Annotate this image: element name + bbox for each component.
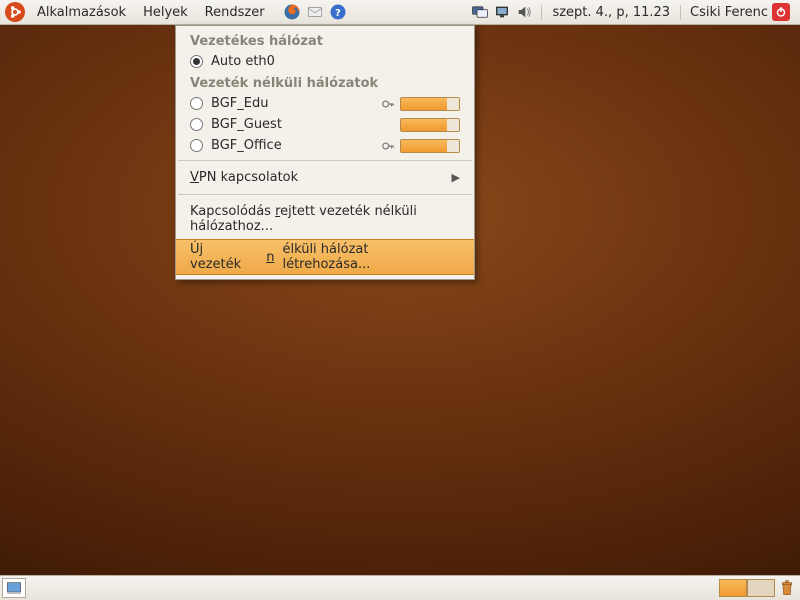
separator bbox=[178, 194, 472, 195]
top-panel-left: Alkalmazások Helyek Rendszer ? bbox=[2, 1, 349, 23]
signal-indicator bbox=[380, 139, 460, 153]
top-panel-right: szept. 4., p, 11.23 Csiki Ferenc bbox=[464, 1, 798, 23]
wifi-BGF_Guest[interactable]: BGF_Guest bbox=[176, 114, 474, 135]
signal-bar bbox=[400, 118, 460, 132]
user-menu[interactable]: Csiki Ferenc bbox=[682, 3, 798, 21]
network-manager-menu: Vezetékes hálózat Auto eth0 Vezeték nélk… bbox=[175, 25, 475, 280]
workspace-2[interactable] bbox=[747, 579, 775, 597]
user-name-label: Csiki Ferenc bbox=[690, 5, 768, 20]
network-connected-icon[interactable] bbox=[470, 1, 490, 23]
top-panel: Alkalmazások Helyek Rendszer ? szept. 4.… bbox=[0, 0, 800, 25]
signal-indicator bbox=[380, 118, 460, 132]
bottom-panel bbox=[0, 575, 800, 600]
wifi-BGF_Office[interactable]: BGF_Office bbox=[176, 135, 474, 156]
radio-icon bbox=[190, 139, 203, 152]
signal-bar bbox=[400, 97, 460, 111]
wired-header: Vezetékes hálózat bbox=[176, 30, 474, 51]
wifi-ssid-label: BGF_Guest bbox=[211, 117, 372, 132]
radio-selected-icon bbox=[190, 55, 203, 68]
workspace-1[interactable] bbox=[719, 579, 747, 597]
lock-icon bbox=[380, 97, 396, 111]
lock-icon bbox=[380, 139, 396, 153]
connect-hidden-network[interactable]: Kapcsolódás rejtett vezeték nélküli háló… bbox=[176, 199, 474, 239]
chevron-right-icon: ▶ bbox=[452, 171, 460, 184]
mail-icon[interactable] bbox=[304, 1, 326, 23]
vpn-label-rest: PN kapcsolatok bbox=[199, 170, 298, 185]
radio-icon bbox=[190, 97, 203, 110]
ubuntu-logo-icon[interactable] bbox=[5, 2, 25, 22]
wifi-BGF_Edu[interactable]: BGF_Edu bbox=[176, 93, 474, 114]
firefox-icon[interactable] bbox=[281, 1, 303, 23]
menu-places[interactable]: Helyek bbox=[135, 2, 196, 23]
workspace-switcher[interactable] bbox=[719, 579, 775, 597]
power-icon[interactable] bbox=[772, 3, 790, 21]
menu-applications[interactable]: Alkalmazások bbox=[29, 2, 134, 23]
signal-indicator bbox=[380, 97, 460, 111]
radio-icon bbox=[190, 118, 203, 131]
trash-icon[interactable] bbox=[776, 578, 798, 598]
menu-system[interactable]: Rendszer bbox=[197, 2, 273, 23]
network-manager-icon[interactable] bbox=[492, 1, 512, 23]
volume-icon[interactable] bbox=[514, 1, 534, 23]
signal-bar bbox=[400, 139, 460, 153]
svg-text:?: ? bbox=[335, 8, 341, 19]
wired-auto-eth0[interactable]: Auto eth0 bbox=[176, 51, 474, 72]
bottom-panel-left bbox=[2, 578, 26, 598]
help-icon[interactable]: ? bbox=[327, 1, 349, 23]
wifi-header: Vezeték nélküli hálózatok bbox=[176, 72, 474, 93]
show-desktop-button[interactable] bbox=[2, 578, 26, 598]
vpn-submenu[interactable]: VPN kapcsolatok ▶ bbox=[176, 165, 474, 190]
clock[interactable]: szept. 4., p, 11.23 bbox=[541, 5, 681, 20]
create-new-network[interactable]: Új vezeték nélküli hálózat létrehozása..… bbox=[176, 239, 474, 275]
wired-label: Auto eth0 bbox=[211, 54, 460, 69]
vpn-underline: V bbox=[190, 170, 199, 185]
bottom-panel-right bbox=[719, 578, 798, 598]
system-tray bbox=[464, 1, 540, 23]
wifi-ssid-label: BGF_Edu bbox=[211, 96, 372, 111]
wifi-ssid-label: BGF_Office bbox=[211, 138, 372, 153]
separator bbox=[178, 160, 472, 161]
